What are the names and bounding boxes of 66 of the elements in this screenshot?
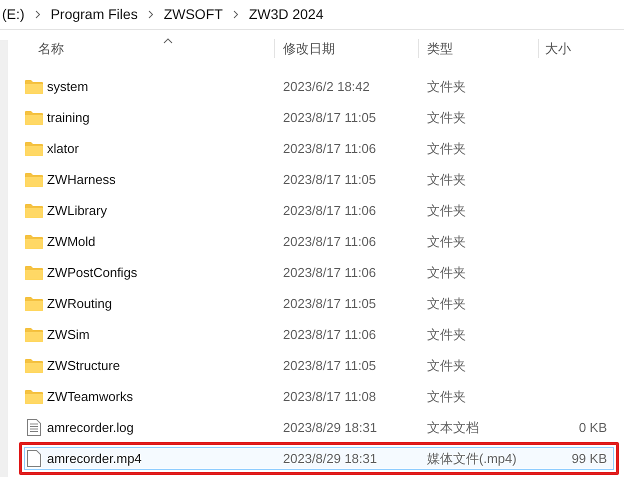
column-header[interactable]: 修改日期 — [274, 38, 418, 58]
date-cell-text: 2023/8/17 11:06 — [282, 140, 378, 158]
breadcrumb-item[interactable]: Program Files — [50, 4, 138, 25]
chevron-icon — [148, 10, 154, 19]
date-cell-text: 2023/8/17 11:05 — [282, 108, 378, 127]
size-cell-text: 99 KB — [570, 450, 608, 468]
column-header[interactable]: 名称 — [20, 38, 274, 58]
date-cell-text: 2023/8/17 11:06 — [282, 326, 378, 344]
folder-icon — [25, 234, 43, 249]
chevron-icon — [232, 10, 239, 19]
file-name: amrecorder.mp4 — [47, 450, 142, 468]
size-cell-text: 0 KB — [578, 418, 608, 437]
type-cell-text: 文件夹 — [426, 232, 467, 251]
breadcrumb-item[interactable]: (E:) — [2, 4, 25, 25]
date-cell-text: 2023/8/29 18:31 — [282, 418, 378, 437]
folder-icon — [25, 141, 43, 156]
type-cell-text: 文件夹 — [426, 326, 467, 344]
breadcrumb-item[interactable]: ZWSOFT — [164, 4, 223, 25]
type-cell-text: 文件夹 — [426, 264, 467, 282]
date-cell-text: 2023/8/17 11:05 — [282, 294, 378, 313]
folder-icon — [25, 79, 43, 94]
folder-icon — [25, 327, 43, 342]
file-name: ZWTeamworks — [47, 388, 133, 406]
type-cell-text: 文件夹 — [426, 78, 467, 96]
folder-icon — [25, 265, 43, 280]
folder-icon — [25, 203, 43, 218]
type-cell-text: 文件夹 — [426, 294, 467, 313]
file-name: ZWRouting — [47, 294, 112, 313]
file-name: ZWHarness — [47, 170, 116, 189]
date-cell-text: 2023/8/29 18:31 — [282, 450, 378, 468]
column-header[interactable]: 类型 — [418, 38, 538, 58]
file-name: system — [47, 78, 88, 96]
date-cell-text: 2023/8/17 11:06 — [282, 232, 378, 251]
date-cell-text: 2023/8/17 11:05 — [282, 356, 378, 375]
folder-icon — [25, 172, 43, 187]
date-cell-text: 2023/8/17 11:06 — [282, 264, 378, 282]
text-file-icon — [27, 419, 41, 436]
file-name: ZWLibrary — [47, 202, 107, 220]
file-name: ZWStructure — [47, 356, 120, 375]
column-header[interactable]: 大小 — [538, 38, 571, 58]
type-cell-text: 文本文档 — [426, 418, 480, 437]
type-cell-text: 文件夹 — [426, 170, 467, 189]
type-cell-text: 文件夹 — [426, 202, 467, 220]
file-name: ZWMold — [47, 232, 96, 251]
selected-row[interactable]: amrecorder.mp4 2023/8/29 18:31 媒体文件(.mp4) 99 KB — [24, 447, 614, 470]
date-cell-text: 2023/6/2 18:42 — [282, 78, 371, 96]
date-cell-text: 2023/8/17 11:05 — [282, 170, 378, 189]
file-name: amrecorder.log — [47, 418, 134, 437]
chevron-icon — [34, 10, 41, 19]
folder-icon — [25, 389, 43, 404]
file-name: ZWSim — [47, 326, 90, 344]
type-cell-text: 文件夹 — [426, 356, 467, 375]
file-name: ZWPostConfigs — [47, 264, 138, 282]
folder-icon — [25, 358, 43, 373]
date-cell-text: 2023/8/17 11:08 — [282, 388, 378, 406]
breadcrumb-item[interactable]: ZW3D 2024 — [248, 4, 324, 25]
file-name: xlator — [47, 140, 79, 158]
folder-icon — [25, 296, 43, 311]
type-cell-text: 文件夹 — [426, 388, 467, 406]
type-cell-text: 媒体文件(.mp4) — [426, 450, 518, 468]
file-icon — [27, 450, 41, 467]
type-cell-text: 文件夹 — [426, 108, 467, 127]
date-cell-text: 2023/8/17 11:06 — [282, 202, 378, 220]
file-name: training — [47, 108, 90, 127]
type-cell-text: 文件夹 — [426, 140, 467, 158]
folder-icon — [25, 110, 43, 125]
